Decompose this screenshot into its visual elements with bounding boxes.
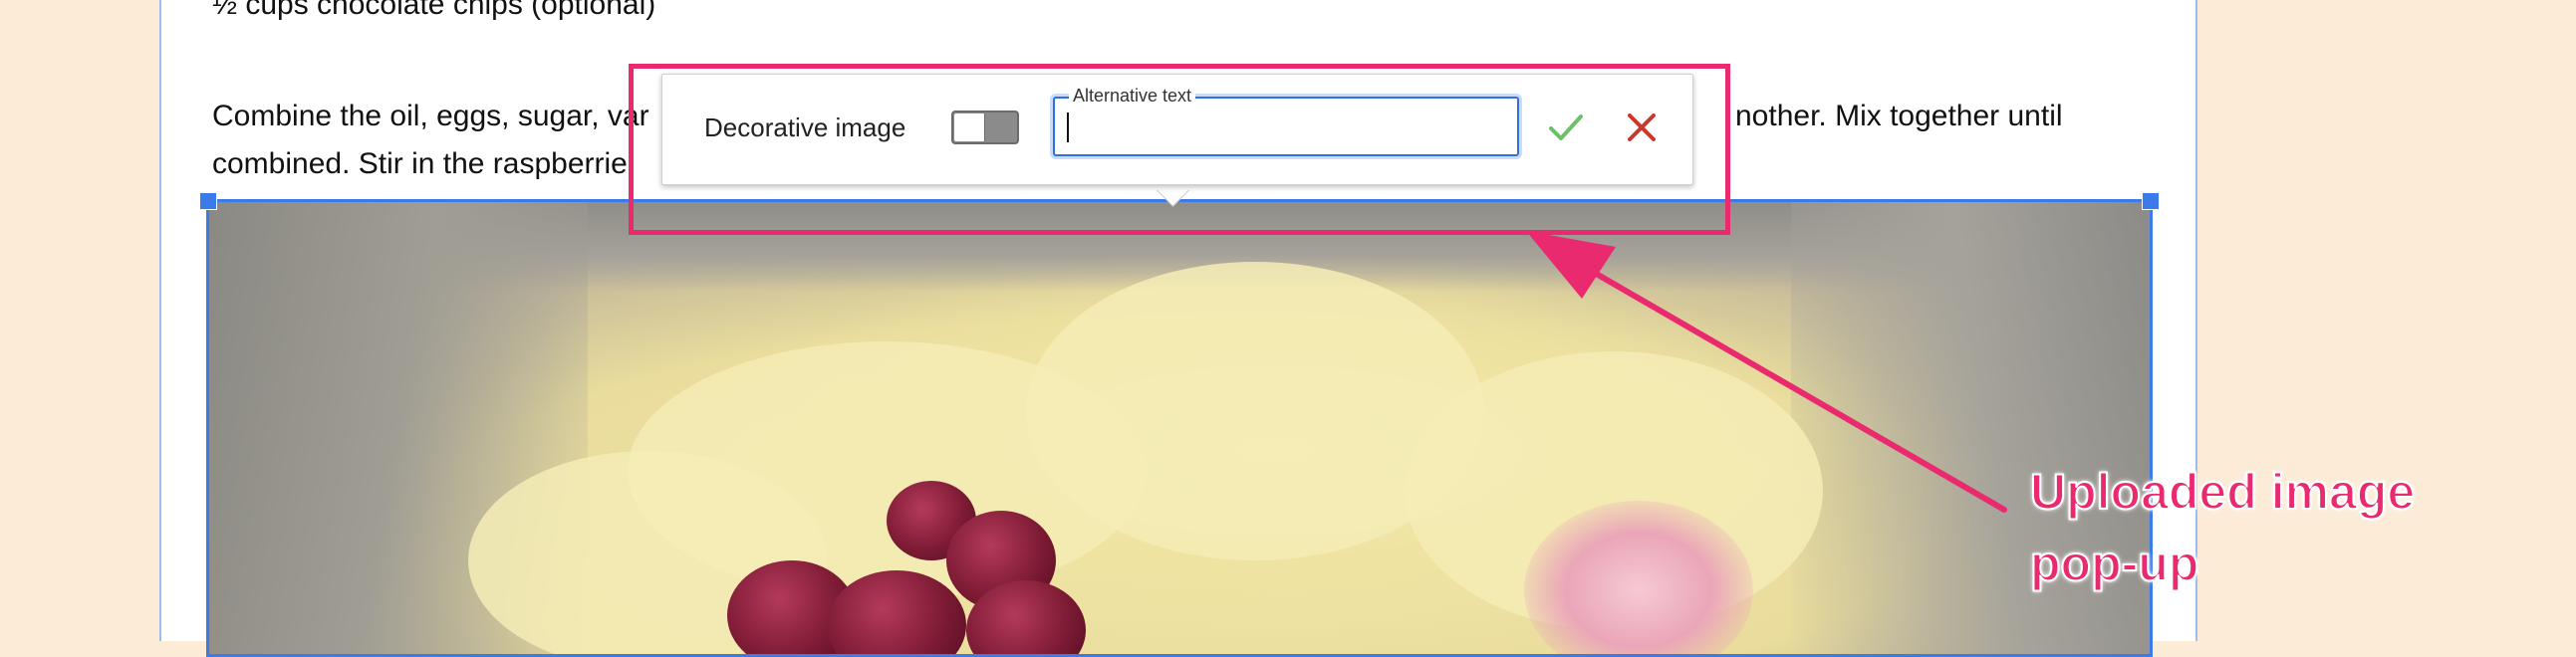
instruction-line-2[interactable]: combined. Stir in the raspberrie (212, 147, 628, 181)
annotation-highlight-box (629, 64, 1730, 235)
resize-handle-top-left[interactable] (199, 192, 217, 210)
callout-line-1: Uploaded image (2029, 463, 2416, 521)
instruction-line-1-right[interactable]: nother. Mix together until (1735, 100, 2063, 133)
ingredient-line[interactable]: ½ cups chocolate chips (optional) (212, 0, 655, 22)
batter-photo (209, 202, 2150, 654)
callout-line-2: pop-up (2029, 535, 2199, 592)
instruction-line-1-left[interactable]: Combine the oil, eggs, sugar, var (212, 100, 649, 133)
annotation-callout: Uploaded image pop-up (2029, 456, 2416, 599)
uploaded-image[interactable] (206, 199, 2153, 657)
resize-handle-top-right[interactable] (2142, 192, 2160, 210)
